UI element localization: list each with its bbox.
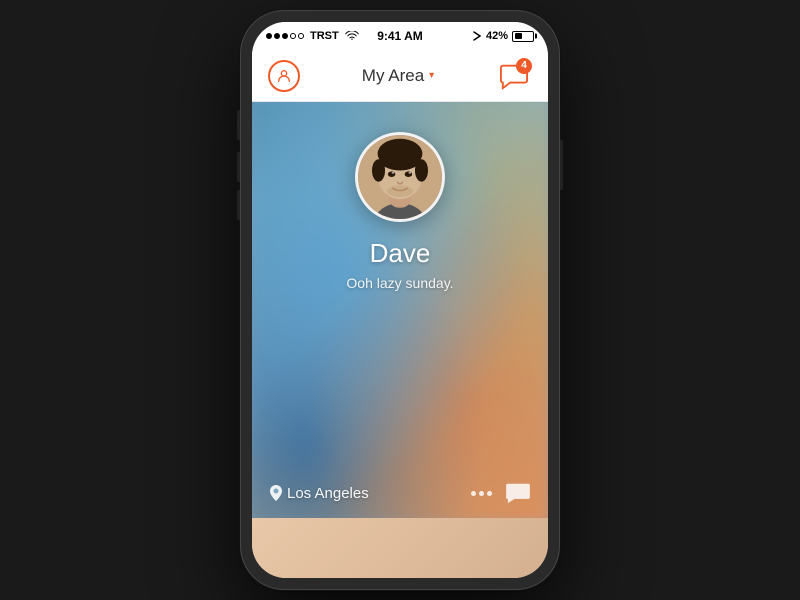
- nav-title[interactable]: My Area ▾: [362, 66, 434, 86]
- phone-screen: TRST 9:41 AM 42%: [252, 22, 548, 578]
- location-text: Los Angeles: [287, 485, 369, 502]
- dot-2: [479, 491, 484, 496]
- signal-dots: [266, 33, 304, 39]
- nav-title-text: My Area: [362, 66, 424, 86]
- profile-name: Dave: [370, 238, 431, 269]
- status-time: 9:41 AM: [377, 29, 423, 43]
- carrier-text: TRST: [310, 30, 339, 42]
- person-icon: [276, 68, 292, 84]
- avatar: [355, 132, 445, 222]
- card-footer: Los Angeles: [252, 468, 548, 518]
- next-card-peek: [252, 518, 548, 578]
- status-left: TRST: [266, 30, 359, 42]
- message-button[interactable]: [506, 482, 530, 504]
- status-bar: TRST 9:41 AM 42%: [252, 22, 548, 50]
- status-right: 42%: [472, 29, 534, 43]
- signal-dot-1: [266, 33, 272, 39]
- location-pin-icon: [270, 485, 282, 501]
- more-options-button[interactable]: [471, 491, 492, 496]
- signal-dot-5: [298, 33, 304, 39]
- battery-fill: [515, 33, 522, 39]
- chat-button[interactable]: 4: [496, 58, 532, 94]
- avatar-image: [358, 135, 442, 219]
- dot-1: [471, 491, 476, 496]
- chat-badge: 4: [516, 58, 532, 74]
- phone-frame: TRST 9:41 AM 42%: [240, 10, 560, 590]
- battery-percent: 42%: [486, 30, 508, 42]
- message-icon: [506, 482, 530, 504]
- nav-bar: My Area ▾ 4: [252, 50, 548, 102]
- chevron-down-icon: ▾: [429, 70, 434, 81]
- profile-icon-button[interactable]: [268, 60, 300, 92]
- profile-card[interactable]: Dave Ooh lazy sunday. Los Angeles: [252, 102, 548, 518]
- dot-3: [487, 491, 492, 496]
- signal-dot-4: [290, 33, 296, 39]
- bluetooth-icon: [472, 29, 482, 43]
- signal-dot-2: [274, 33, 280, 39]
- wifi-icon: [345, 31, 359, 41]
- signal-dot-3: [282, 33, 288, 39]
- profile-status-text: Ooh lazy sunday.: [346, 275, 453, 291]
- card-actions: [471, 482, 530, 504]
- profile-content: Dave Ooh lazy sunday.: [252, 102, 548, 291]
- battery-icon: [512, 31, 534, 42]
- location-info: Los Angeles: [270, 485, 369, 502]
